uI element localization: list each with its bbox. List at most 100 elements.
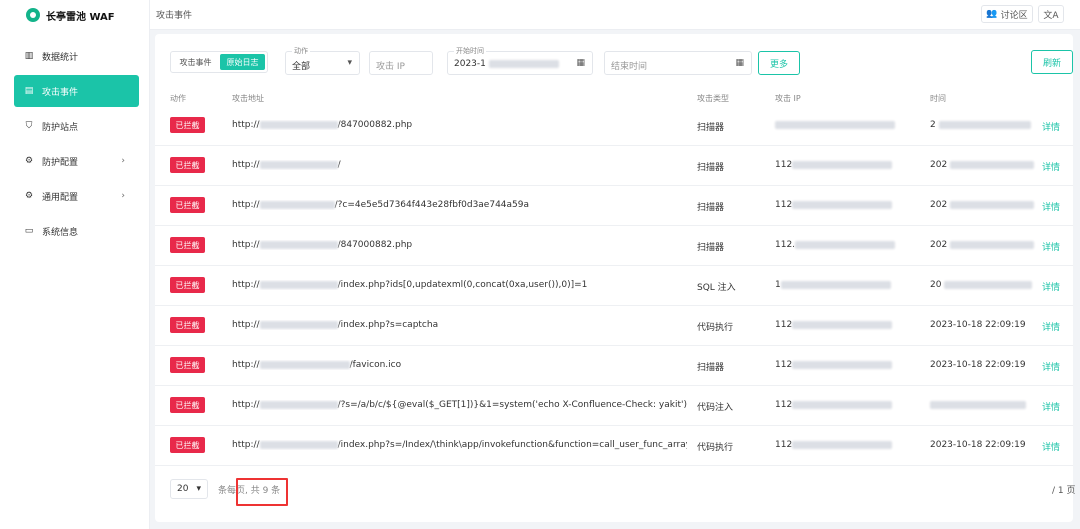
end-time-picker[interactable]: 结束时间 ▦ bbox=[604, 51, 752, 75]
detail-link[interactable]: 详情 bbox=[1042, 440, 1060, 453]
users-icon: 👥 bbox=[986, 9, 998, 19]
forum-button[interactable]: 👥 讨论区 bbox=[981, 5, 1033, 23]
events-table: 动作 攻击地址 攻击类型 攻击 IP 时间 已拦截 http:///847000… bbox=[155, 90, 1073, 466]
blocked-badge: 已拦截 bbox=[170, 357, 205, 373]
detail-link[interactable]: 详情 bbox=[1042, 280, 1060, 293]
table-row: 已拦截 http:///?s=/a/b/c/${@eval($_GET[1])}… bbox=[155, 386, 1073, 426]
page-title: 攻击事件 bbox=[156, 11, 193, 21]
sidebar-item-label: 通用配置 bbox=[42, 192, 79, 203]
attack-url: http:///favicon.ico bbox=[232, 360, 402, 370]
detail-link[interactable]: 详情 bbox=[1042, 240, 1060, 253]
toggle-attack-events[interactable]: 攻击事件 bbox=[173, 54, 218, 70]
event-time: 20 bbox=[930, 280, 1033, 290]
attack-ip-placeholder: 攻击 IP bbox=[376, 62, 405, 72]
attack-ip: 112 bbox=[775, 200, 893, 210]
top-bar: 攻击事件 bbox=[150, 0, 1080, 30]
forum-label: 讨论区 bbox=[1000, 10, 1028, 21]
table-row: 已拦截 http:/// 扫描器 112 202 详情 bbox=[155, 146, 1073, 186]
blocked-badge: 已拦截 bbox=[170, 437, 205, 453]
detail-link[interactable]: 详情 bbox=[1042, 200, 1060, 213]
event-time: 2023-10-18 22:09:19 bbox=[930, 360, 1026, 370]
chevron-right-icon: › bbox=[121, 191, 125, 201]
event-time bbox=[930, 400, 1026, 410]
table-row: 已拦截 http:///?c=4e5e5d7364f443e28fbf0d3ae… bbox=[155, 186, 1073, 226]
more-filters-button[interactable]: 更多 bbox=[758, 51, 800, 75]
app-logo[interactable]: 长亭雷池 WAF bbox=[0, 0, 149, 30]
table-row: 已拦截 http:///847000882.php 扫描器 2 详情 bbox=[155, 106, 1073, 146]
sidebar-item-system-info[interactable]: ▭ 系统信息 bbox=[14, 215, 139, 247]
monitor-icon: ▭ bbox=[24, 226, 34, 236]
attack-ip: 112 bbox=[775, 360, 893, 370]
table-row: 已拦截 http:///index.php?ids[0,updatexml(0,… bbox=[155, 266, 1073, 306]
attack-ip: 112 bbox=[775, 160, 893, 170]
attack-type: 扫描器 bbox=[697, 203, 725, 213]
attack-type: 扫描器 bbox=[697, 123, 725, 133]
language-button[interactable]: 文A bbox=[1038, 5, 1064, 23]
attack-ip: 112 bbox=[775, 440, 893, 450]
attack-type: 代码执行 bbox=[697, 323, 734, 333]
attack-url: http:///847000882.php bbox=[232, 120, 413, 130]
table-row: 已拦截 http:///favicon.ico 扫描器 112 2023-10-… bbox=[155, 346, 1073, 386]
refresh-button[interactable]: 刷新 bbox=[1031, 50, 1073, 74]
sidebar-item-label: 数据统计 bbox=[42, 52, 79, 63]
attack-ip: 112. bbox=[775, 240, 896, 250]
table-header: 动作 攻击地址 攻击类型 攻击 IP 时间 bbox=[155, 90, 1073, 106]
attack-type: SQL 注入 bbox=[697, 283, 736, 293]
page-indicator: / 1 页 bbox=[1052, 486, 1076, 496]
sidebar-item-label: 系统信息 bbox=[42, 227, 79, 238]
attack-url: http:/// bbox=[232, 160, 341, 170]
attack-url: http:///index.php?s=captcha bbox=[232, 320, 439, 330]
blocked-badge: 已拦截 bbox=[170, 397, 205, 413]
attack-url: http:///index.php?ids[0,updatexml(0,conc… bbox=[232, 280, 588, 290]
event-time: 2023-10-18 22:09:19 bbox=[930, 320, 1026, 330]
blocked-badge: 已拦截 bbox=[170, 277, 205, 293]
attack-ip bbox=[775, 120, 895, 130]
sidebar-item-stats[interactable]: ▥ 数据统计 bbox=[14, 40, 139, 72]
detail-link[interactable]: 详情 bbox=[1042, 160, 1060, 173]
attack-ip-input[interactable]: 攻击 IP bbox=[369, 51, 433, 75]
toggle-raw-logs[interactable]: 原始日志 bbox=[220, 54, 265, 70]
end-time-placeholder: 结束时间 bbox=[611, 62, 648, 72]
settings-icon: ⚙ bbox=[24, 191, 34, 201]
sidebar-item-events[interactable]: ▤ 攻击事件 bbox=[14, 75, 139, 107]
detail-link[interactable]: 详情 bbox=[1042, 120, 1060, 133]
table-row: 已拦截 http:///847000882.php 扫描器 112. 202 详… bbox=[155, 226, 1073, 266]
sidebar-item-label: 防护站点 bbox=[42, 122, 79, 133]
attack-url: http:///index.php?s=/Index/\think\app/in… bbox=[232, 440, 687, 450]
calendar-icon: ▦ bbox=[576, 58, 585, 68]
sidebar: 长亭雷池 WAF ▥ 数据统计 ▤ 攻击事件 ⛉ 防护站点 ⚙ 防护配置 › ⚙… bbox=[0, 0, 150, 529]
sidebar-item-sites[interactable]: ⛉ 防护站点 bbox=[14, 110, 139, 142]
page-size-select[interactable]: 20 ▾ bbox=[170, 479, 208, 499]
attack-url: http:///?s=/a/b/c/${@eval($_GET[1])}&1=s… bbox=[232, 400, 687, 410]
detail-link[interactable]: 详情 bbox=[1042, 320, 1060, 333]
detail-link[interactable]: 详情 bbox=[1042, 360, 1060, 373]
sidebar-item-label: 防护配置 bbox=[42, 157, 79, 168]
col-type: 攻击类型 bbox=[697, 94, 729, 103]
log-type-toggle: 攻击事件 原始日志 bbox=[170, 51, 268, 73]
detail-link[interactable]: 详情 bbox=[1042, 400, 1060, 413]
col-time: 时间 bbox=[930, 94, 946, 103]
start-time-value: 2023-1 bbox=[454, 59, 559, 69]
attack-type: 扫描器 bbox=[697, 363, 725, 373]
event-time: 202 bbox=[930, 240, 1035, 250]
action-select[interactable]: 动作 全部 ▾ bbox=[285, 46, 360, 75]
calendar-icon: ▦ bbox=[735, 58, 744, 68]
event-time: 202 bbox=[930, 160, 1035, 170]
chart-icon: ▥ bbox=[24, 51, 34, 61]
attack-url: http:///?c=4e5e5d7364f443e28fbf0d3ae744a… bbox=[232, 200, 530, 210]
sidebar-item-general-config[interactable]: ⚙ 通用配置 › bbox=[14, 180, 139, 212]
chevron-right-icon: › bbox=[121, 156, 125, 166]
start-time-label: 开始时间 bbox=[454, 46, 486, 56]
start-time-picker[interactable]: 开始时间 2023-1 ▦ bbox=[447, 46, 593, 75]
attack-ip: 112 bbox=[775, 400, 893, 410]
shield-icon: ⛉ bbox=[25, 121, 33, 131]
sidebar-item-protection-config[interactable]: ⚙ 防护配置 › bbox=[14, 145, 139, 177]
blocked-badge: 已拦截 bbox=[170, 237, 205, 253]
attack-type: 代码执行 bbox=[697, 443, 734, 453]
event-time: 2023-10-18 22:09:19 bbox=[930, 440, 1026, 450]
page-size-value: 20 bbox=[177, 484, 189, 494]
content-card: 攻击事件 原始日志 动作 全部 ▾ 攻击 IP 开始时间 2023-1 ▦ 结束… bbox=[155, 34, 1073, 522]
attack-url: http:///847000882.php bbox=[232, 240, 413, 250]
total-count-highlight bbox=[236, 478, 288, 506]
translate-icon: 文A bbox=[1043, 10, 1059, 21]
